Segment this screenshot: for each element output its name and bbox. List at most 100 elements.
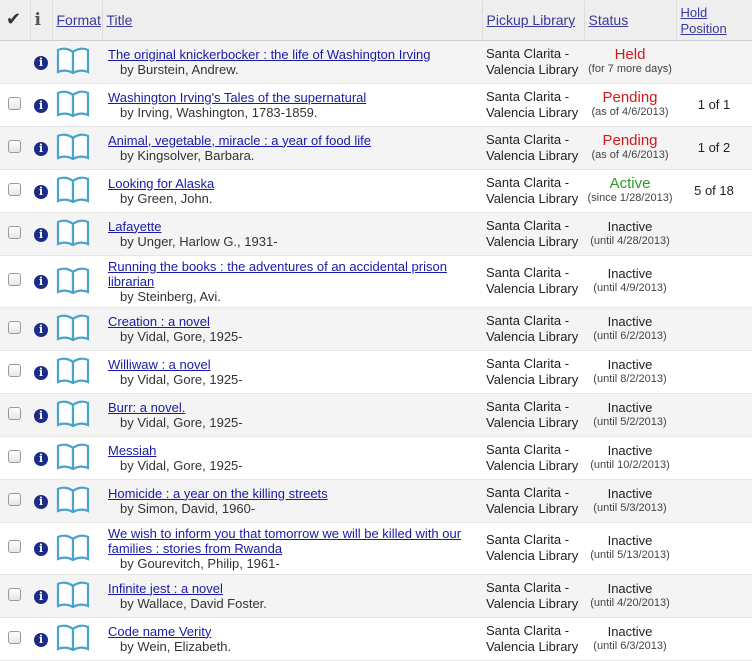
title-link[interactable]: Creation : a novel: [108, 314, 482, 329]
format-cell: [52, 479, 102, 523]
hold-position-cell: [676, 40, 752, 84]
info-icon[interactable]: i: [34, 98, 48, 113]
library-name-line1: Santa Clarita -: [486, 88, 570, 104]
info-icon[interactable]: i: [34, 275, 48, 289]
library-name-line1: Santa Clarita -: [486, 484, 570, 500]
info-cell: i: [30, 212, 52, 256]
select-checkbox[interactable]: [8, 363, 21, 377]
title-cell: Code name Verity by Wein, Elizabeth.: [102, 617, 482, 661]
status-cell: Inactive (until 6/2/2013): [584, 307, 676, 351]
author-text: by Vidal, Gore, 1925-: [120, 457, 243, 473]
info-icon[interactable]: i: [34, 365, 48, 380]
title-cell: Running the books : the adventures of an…: [102, 255, 482, 308]
status-cell: Held (for 7 more days): [584, 40, 676, 84]
author-text: by Steinberg, Avi.: [120, 288, 221, 304]
book-icon: [56, 90, 90, 118]
library-name-line1: Santa Clarita -: [486, 265, 570, 280]
info-icon[interactable]: i: [34, 141, 48, 156]
status-cell: Pending (as of 4/6/2013): [584, 126, 676, 170]
status-label: Pending: [602, 88, 658, 106]
status-cell: Inactive (until 5/3/2013): [584, 479, 676, 523]
format-column-header[interactable]: Format: [52, 0, 103, 41]
title-cell: Looking for Alaska by Green, John.: [102, 169, 482, 213]
select-checkbox[interactable]: [8, 320, 21, 334]
author-text: by Vidal, Gore, 1925-: [120, 414, 243, 430]
select-checkbox[interactable]: [8, 492, 21, 506]
title-link[interactable]: Code name Verity: [108, 624, 482, 639]
info-icon[interactable]: i: [34, 632, 48, 647]
title-link[interactable]: Lafayette: [108, 219, 482, 234]
select-checkbox[interactable]: [8, 273, 21, 286]
library-name-line2: Valencia Library: [486, 61, 579, 77]
title-link[interactable]: Infinite jest : a novel: [108, 581, 482, 596]
format-cell: [52, 393, 102, 437]
info-icon[interactable]: i: [34, 322, 48, 337]
status-label: Inactive: [607, 218, 653, 234]
status-label: Inactive: [607, 313, 653, 329]
hold-position-cell: [676, 436, 752, 480]
title-link[interactable]: Burr: a novel.: [108, 400, 482, 415]
select-checkbox[interactable]: [8, 540, 21, 553]
status-cell: Inactive (until 5/13/2013): [584, 522, 676, 575]
pickup-library-cell: Santa Clarita - Valencia Library: [482, 169, 584, 213]
status-label: Pending: [602, 131, 658, 149]
library-name-line1: Santa Clarita -: [486, 174, 570, 190]
format-cell: [52, 255, 102, 308]
select-cell: [0, 436, 30, 480]
title-cell: Infinite jest : a novel by Wallace, David…: [102, 574, 482, 618]
select-checkbox[interactable]: [8, 449, 21, 463]
select-cell: [0, 126, 30, 170]
status-label: Active: [609, 174, 651, 192]
status-column-header[interactable]: Status: [584, 0, 677, 41]
info-icon[interactable]: i: [34, 184, 48, 199]
status-cell: Inactive (until 8/2/2013): [584, 350, 676, 394]
table-row: i Infinite jest : a novel by Wallace, Davi…: [0, 574, 752, 618]
title-link[interactable]: Running the books : the adventures of an…: [108, 259, 482, 289]
status-cell: Inactive (until 4/28/2013): [584, 212, 676, 256]
select-checkbox[interactable]: [8, 182, 21, 196]
info-icon[interactable]: i: [34, 451, 48, 466]
library-name-line2: Valencia Library: [486, 638, 579, 654]
select-checkbox[interactable]: [8, 225, 21, 239]
select-checkbox[interactable]: [8, 630, 21, 644]
title-link[interactable]: Looking for Alaska: [108, 176, 482, 191]
select-checkbox[interactable]: [8, 96, 21, 110]
info-icon[interactable]: i: [34, 542, 48, 556]
title-link[interactable]: Animal, vegetable, miracle : a year of f…: [108, 133, 482, 148]
pickup-library-cell: Santa Clarita - Valencia Library: [482, 617, 584, 661]
pickup-library-column-header[interactable]: Pickup Library: [482, 0, 585, 41]
title-link[interactable]: Homicide : a year on the killing streets: [108, 486, 482, 501]
select-checkbox[interactable]: [8, 139, 21, 153]
info-icon[interactable]: i: [34, 55, 48, 70]
hold-position-cell: [676, 574, 752, 618]
info-cell: i: [30, 574, 52, 618]
pickup-library-cell: Santa Clarita - Valencia Library: [482, 522, 584, 575]
info-icon[interactable]: i: [34, 494, 48, 509]
format-cell: [52, 574, 102, 618]
title-link[interactable]: We wish to inform you that tomorrow we w…: [108, 526, 482, 556]
title-link[interactable]: Williwaw : a novel: [108, 357, 482, 372]
library-name-line1: Santa Clarita -: [486, 398, 570, 414]
title-cell: We wish to inform you that tomorrow we w…: [102, 522, 482, 575]
info-icon[interactable]: i: [34, 589, 48, 604]
title-link[interactable]: Washington Irving's Tales of the superna…: [108, 90, 482, 105]
header-row: ✔ i Format Title Pickup Library Status H…: [0, 0, 752, 41]
author-text: by Kingsolver, Barbara.: [120, 147, 255, 163]
select-cell: [0, 574, 30, 618]
select-cell: [0, 40, 30, 84]
format-cell: [52, 126, 102, 170]
author-text: by Unger, Harlow G., 1931-: [120, 233, 278, 249]
title-column-header[interactable]: Title: [102, 0, 483, 41]
status-cell: Active (since 1/28/2013): [584, 169, 676, 213]
select-checkbox[interactable]: [8, 587, 21, 601]
title-link[interactable]: Messiah: [108, 443, 482, 458]
hold-position-column-header[interactable]: Hold Position: [676, 0, 752, 41]
table-row: i Animal, vegetable, miracle : a year of …: [0, 126, 752, 170]
info-icon[interactable]: i: [34, 227, 48, 242]
table-row: i Williwaw : a novel by Vidal, Gore, 1925-…: [0, 350, 752, 394]
info-icon[interactable]: i: [34, 408, 48, 423]
library-name-line1: Santa Clarita -: [486, 622, 570, 638]
library-name-line1: Santa Clarita -: [486, 131, 570, 147]
title-link[interactable]: The original knickerbocker : the life of…: [108, 47, 482, 62]
select-checkbox[interactable]: [8, 406, 21, 420]
